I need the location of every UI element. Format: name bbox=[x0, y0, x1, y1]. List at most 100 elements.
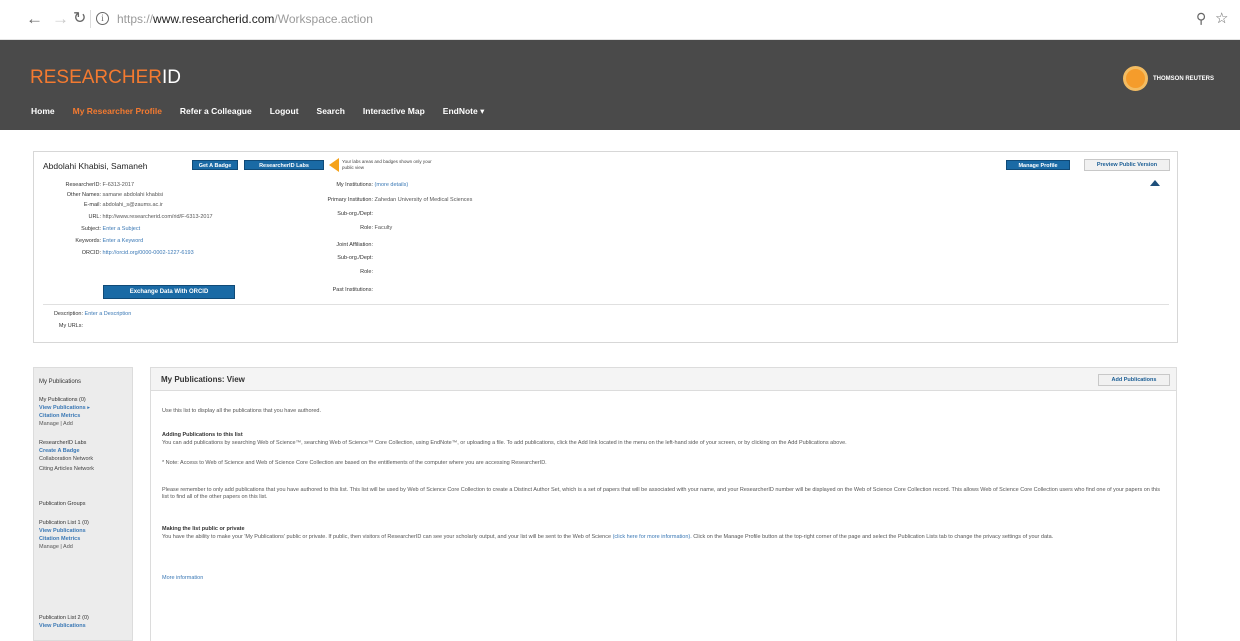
researcherid-labs-button[interactable]: ResearcherID Labs bbox=[244, 160, 324, 170]
field-label: Sub-org./Dept: bbox=[337, 211, 373, 217]
field-label: Role: bbox=[360, 225, 373, 231]
add-publications-button[interactable]: Add Publications bbox=[1098, 374, 1170, 386]
orcid-link[interactable]: http://orcid.org/0000-0002-1227-6193 bbox=[103, 250, 194, 256]
sidebar-view-publications[interactable]: View Publications ▸ bbox=[39, 405, 90, 412]
browser-toolbar: ← → ↻ i https://www.researcherid.com/Wor… bbox=[0, 0, 1240, 40]
more-details-link[interactable]: (more details) bbox=[375, 182, 409, 188]
field-joint-role: Role: bbox=[285, 268, 373, 276]
public-text-1: You have the ability to make your 'My Pu… bbox=[162, 534, 612, 540]
toolbar-divider bbox=[90, 10, 91, 28]
forward-arrow-icon[interactable]: → bbox=[52, 9, 69, 29]
field-value: F-6313-2017 bbox=[102, 182, 135, 188]
field-description: Description: Enter a Description bbox=[25, 310, 131, 318]
sidebar-my-publications-count: My Publications (0) bbox=[39, 397, 86, 403]
sidebar-list1-view[interactable]: View Publications bbox=[39, 528, 86, 535]
thomson-reuters-logo-icon bbox=[1123, 66, 1148, 91]
logo-id-text: ID bbox=[161, 67, 181, 88]
field-joint-sub-org: Sub-org./Dept: bbox=[285, 254, 373, 262]
back-arrow-icon[interactable]: ← bbox=[26, 9, 43, 29]
url-path: /Workspace.action bbox=[274, 12, 373, 26]
field-label: Other Names: bbox=[66, 192, 101, 198]
field-joint-affiliation: Joint Affiliation: bbox=[285, 241, 373, 249]
sidebar-list1-manage[interactable]: Manage | Add bbox=[39, 544, 73, 551]
profile-panel: Abdolahi Khabisi, Samaneh Get A Badge Re… bbox=[33, 151, 1178, 343]
more-information-link[interactable]: More information bbox=[162, 575, 203, 581]
info-icon[interactable]: i bbox=[96, 12, 109, 25]
nav-interactive-map[interactable]: Interactive Map bbox=[363, 106, 425, 117]
sidebar-collaboration-network[interactable]: Collaboration Network bbox=[39, 456, 93, 463]
intro-text: Use this list to display all the publica… bbox=[162, 408, 321, 414]
field-value: samane abdolahi khabisi bbox=[102, 192, 164, 198]
logo-text: RESEARCHER bbox=[30, 67, 162, 88]
zoom-icon[interactable]: ⚲ bbox=[1196, 10, 1206, 27]
note-text: * Note: Access to Web of Science and Web… bbox=[162, 460, 547, 466]
field-label: ORCID: bbox=[81, 250, 101, 256]
field-label: My URLs: bbox=[58, 323, 83, 329]
field-label: Subject: bbox=[81, 226, 101, 232]
nav-my-researcher-profile[interactable]: My Researcher Profile bbox=[73, 106, 162, 117]
field-my-institutions: My Institutions: (more details) bbox=[285, 181, 408, 189]
public-heading: Making the list public or private bbox=[162, 526, 245, 532]
field-label: E-mail: bbox=[83, 202, 101, 208]
collapse-up-icon[interactable] bbox=[1150, 180, 1160, 186]
sidebar-list1: Publication List 1 (0) bbox=[39, 520, 89, 526]
field-url: URL: http://www.researcherid.com/rid/F-6… bbox=[43, 213, 213, 221]
sidebar-citation-metrics[interactable]: Citation Metrics bbox=[39, 413, 80, 420]
nav-endnote[interactable]: EndNote ▾ bbox=[443, 106, 485, 117]
field-value: Zahedan University of Medical Sciences bbox=[374, 197, 473, 203]
enter-description-link[interactable]: Enter a Description bbox=[85, 311, 132, 317]
manage-profile-button[interactable]: Manage Profile bbox=[1006, 160, 1070, 170]
public-text: You have the ability to make your 'My Pu… bbox=[162, 534, 1162, 541]
field-value: abdolahi_s@zaums.ac.ir bbox=[102, 202, 163, 208]
sidebar-create-badge[interactable]: Create A Badge bbox=[39, 448, 80, 455]
page-title: My Publications: View bbox=[161, 375, 245, 384]
address-bar[interactable]: https://www.researcherid.com/Workspace.a… bbox=[117, 12, 373, 26]
field-label: Sub-org./Dept: bbox=[337, 255, 373, 261]
reload-icon[interactable]: ↻ bbox=[73, 9, 86, 29]
nav-search[interactable]: Search bbox=[317, 106, 345, 117]
field-researcherid: ResearcherID: F-6313-2017 bbox=[43, 181, 135, 189]
field-label: Description: bbox=[53, 311, 83, 317]
field-other-names: Other Names: samane abdolahi khabisi bbox=[43, 191, 163, 199]
adding-heading: Adding Publications to this list bbox=[162, 432, 243, 438]
url-scheme: https:// bbox=[117, 12, 154, 26]
field-keywords: Keywords: Enter a Keyword bbox=[43, 237, 143, 245]
tip-arrow-icon bbox=[329, 158, 339, 172]
main-navigation: Home My Researcher Profile Refer a Colle… bbox=[31, 106, 502, 117]
nav-home[interactable]: Home bbox=[31, 106, 55, 117]
field-value: Faculty bbox=[374, 225, 393, 231]
field-sub-org: Sub-org./Dept: bbox=[285, 210, 373, 218]
get-badge-button[interactable]: Get A Badge bbox=[192, 160, 238, 170]
sidebar-labs-heading: ResearcherID Labs bbox=[39, 440, 87, 446]
field-label: ResearcherID: bbox=[65, 182, 101, 188]
adding-text: You can add publications by searching We… bbox=[162, 440, 847, 446]
bookmark-star-icon[interactable]: ☆ bbox=[1215, 9, 1228, 27]
site-header: RESEARCHERID THOMSON REUTERS Home My Res… bbox=[0, 40, 1240, 130]
sidebar-list1-metrics[interactable]: Citation Metrics bbox=[39, 536, 80, 543]
more-info-inline-link[interactable]: (click here for more information). bbox=[613, 534, 692, 540]
sidebar-heading: My Publications bbox=[39, 379, 82, 385]
exchange-orcid-button[interactable]: Exchange Data With ORCID bbox=[103, 285, 235, 299]
field-label: My Institutions: bbox=[336, 182, 373, 188]
field-primary-institution: Primary Institution: Zahedan University … bbox=[285, 196, 472, 204]
more-information-container: More information bbox=[162, 575, 1162, 582]
sidebar-citing-network[interactable]: Citing Articles Network bbox=[39, 466, 94, 473]
publications-main-panel: My Publications: View Add Publications U… bbox=[150, 367, 1177, 641]
panel-header: My Publications: View Add Publications bbox=[151, 368, 1176, 391]
preview-public-button[interactable]: Preview Public Version bbox=[1084, 159, 1170, 171]
field-subject: Subject: Enter a Subject bbox=[43, 225, 140, 233]
nav-refer-colleague[interactable]: Refer a Colleague bbox=[180, 106, 252, 117]
enter-keyword-link[interactable]: Enter a Keyword bbox=[103, 238, 144, 244]
field-role: Role: Faculty bbox=[285, 224, 392, 232]
researcherid-logo[interactable]: RESEARCHERID bbox=[30, 67, 181, 89]
field-value: http://www.researcherid.com/rid/F-6313-2… bbox=[102, 214, 213, 220]
remember-text: Please remember to only add publications… bbox=[162, 487, 1160, 500]
field-label: Joint Affiliation: bbox=[336, 242, 373, 248]
sidebar-list2-view[interactable]: View Publications bbox=[39, 623, 86, 630]
labs-tip: Your labs areas and badges shown only yo… bbox=[342, 159, 432, 170]
enter-subject-link[interactable]: Enter a Subject bbox=[103, 226, 141, 232]
field-label: Role: bbox=[360, 269, 373, 275]
public-text-2: Click on the Manage Profile button at th… bbox=[693, 534, 1054, 540]
sidebar-manage-add[interactable]: Manage | Add bbox=[39, 421, 73, 428]
nav-logout[interactable]: Logout bbox=[270, 106, 299, 117]
